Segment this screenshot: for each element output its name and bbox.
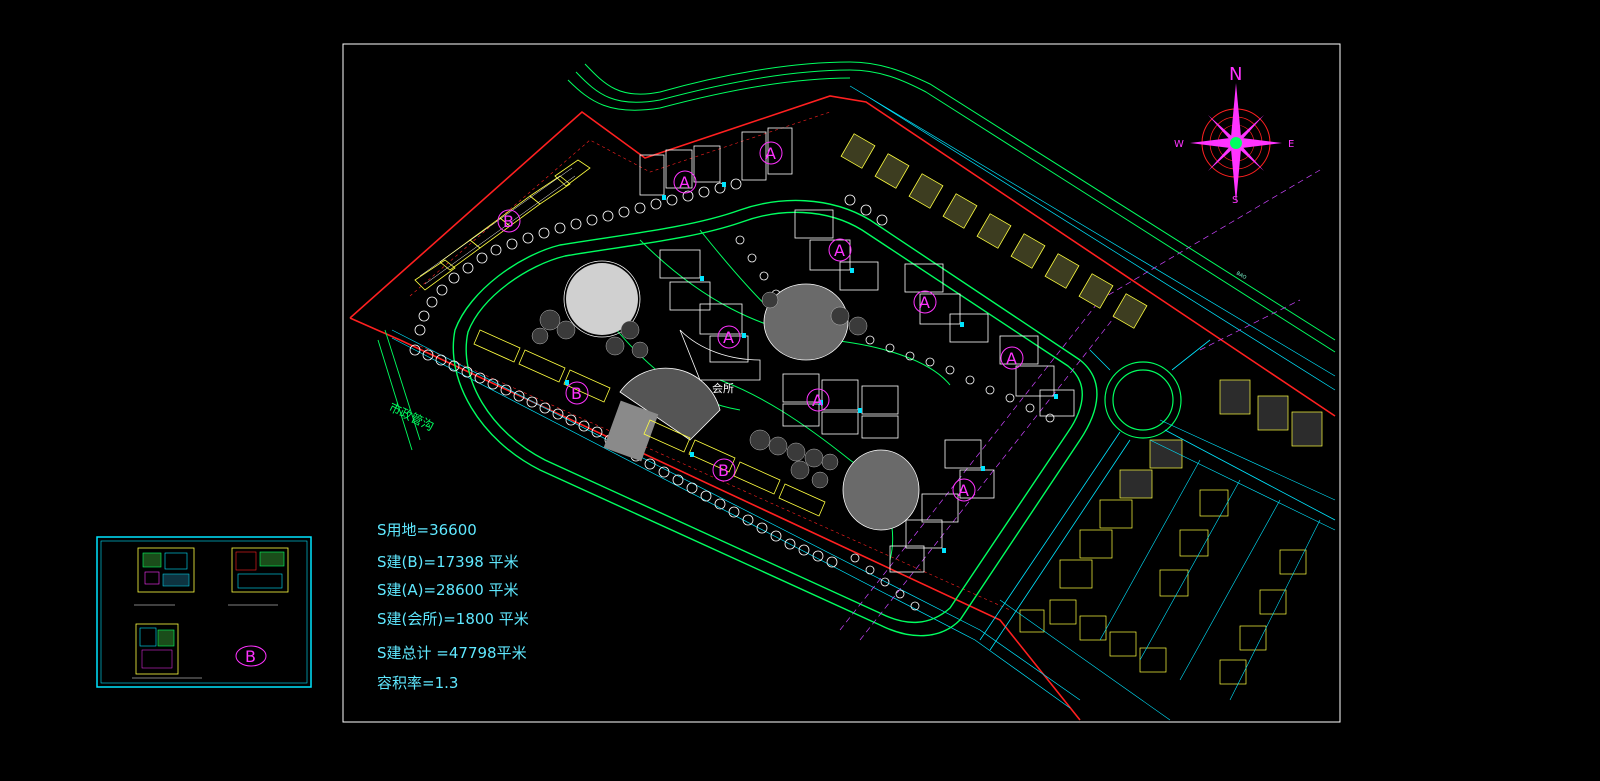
thumbnail-floorplan-2: [228, 547, 289, 606]
thumbnail-sheet[interactable]: B: [96, 536, 312, 688]
cad-drawing-canvas[interactable]: B B B B A A A A A A A A 会所 市政管沟 BAO N S …: [0, 0, 1600, 781]
thumbnail-floorplan-1: [134, 547, 195, 606]
roundabout: [1104, 361, 1182, 439]
type-b-label-3: B: [718, 461, 729, 480]
compass-south-label: S: [1232, 195, 1238, 206]
type-a-label-2: A: [765, 144, 776, 163]
thumbnail-floorplan-3: [132, 623, 202, 679]
stat-site-area: S用地=36600: [377, 521, 477, 539]
clubhouse-label: 会所: [712, 382, 734, 395]
type-a-label-5: A: [919, 293, 930, 312]
type-b-label-1: B: [503, 212, 514, 231]
stat-building-b: S建(B)=17398 平米: [377, 553, 519, 571]
type-a-label-1: A: [679, 173, 690, 192]
compass-west-label: W: [1174, 139, 1184, 150]
pond-south: [842, 449, 920, 531]
type-a-label-8: A: [958, 481, 969, 500]
thumbnail-type-b-label: B: [245, 647, 256, 666]
type-a-label-3: A: [723, 328, 734, 347]
stat-plot-ratio: 容积率=1.3: [377, 674, 458, 692]
compass-east-label: E: [1288, 139, 1294, 150]
area-statistics: S用地=36600 S建(B)=17398 平米 S建(A)=28600 平米 …: [377, 521, 529, 692]
stat-total: S建总计 =47798平米: [377, 644, 527, 662]
north-arrow-compass: N S E W: [1174, 64, 1294, 206]
stat-clubhouse: S建(会所)=1800 平米: [377, 610, 529, 628]
compass-north-label: N: [1229, 64, 1242, 85]
road-annotation: BAO: [1235, 271, 1247, 282]
canal-label: 市政管沟: [387, 399, 437, 434]
type-a-label-7: A: [812, 391, 823, 410]
inner-ring-road: [452, 199, 1098, 637]
type-b-label-2: B: [571, 384, 582, 403]
thumbnail-type-b-marker: B: [235, 645, 267, 667]
type-a-label-6: A: [1006, 349, 1017, 368]
stat-building-a: S建(A)=28600 平米: [377, 581, 519, 599]
type-a-label-4: A: [834, 241, 845, 260]
